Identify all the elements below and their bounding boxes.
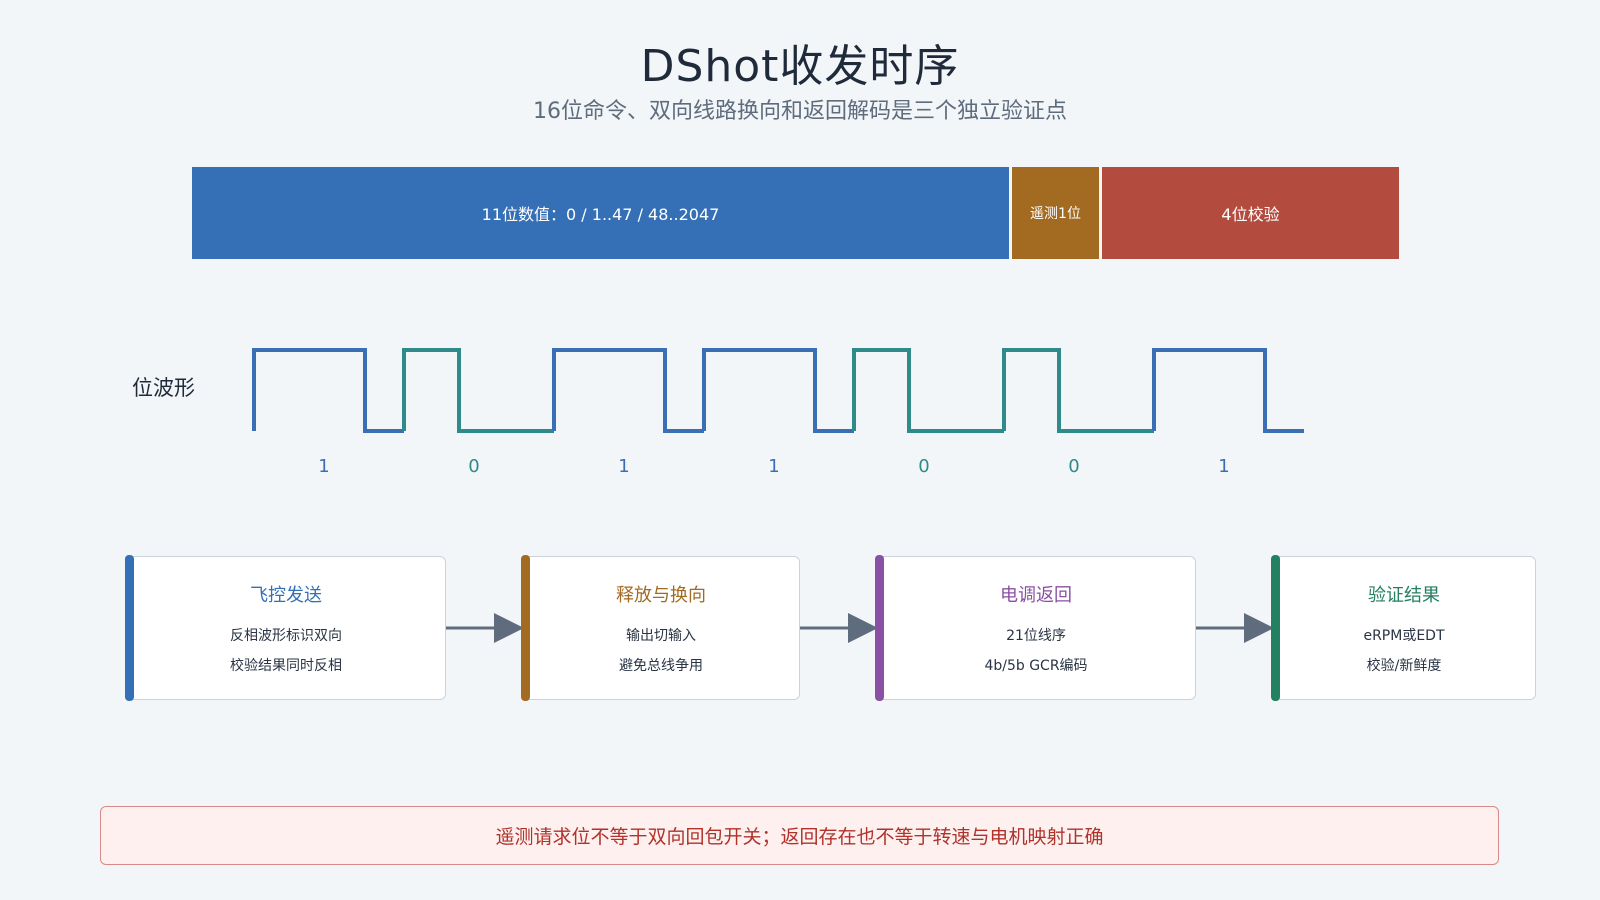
stage-esc-return: 电调返回 21位线序 4b/5b GCR编码 — [875, 555, 1196, 701]
stage-title: 验证结果 — [1368, 585, 1440, 606]
waveform-label: 位波形 — [132, 376, 195, 400]
stage-fc-send: 飞控发送 反相波形标识双向 校验结果同时反相 — [125, 555, 446, 701]
page-subtitle: 16位命令、双向线路换向和返回解码是三个独立验证点 — [533, 99, 1067, 124]
stage-title: 飞控发送 — [250, 585, 322, 606]
stage-verify-result: 验证结果 eRPM或EDT 校验/新鲜度 — [1271, 555, 1536, 701]
diagram-canvas: DShot收发时序 16位命令、双向线路换向和返回解码是三个独立验证点 11位数… — [0, 0, 1600, 900]
frame-field-telemetry: 遥测1位 — [1012, 167, 1099, 259]
bit-value-label: 1 — [318, 456, 329, 477]
warning-note: 遥测请求位不等于双向回包开关；返回存在也不等于转速与电机映射正确 — [100, 806, 1499, 865]
page-title: DShot收发时序 — [640, 41, 960, 92]
bit-pulse — [1152, 348, 1304, 433]
bit-pulse — [702, 348, 854, 433]
stage-detail: 4b/5b GCR编码 — [984, 658, 1088, 674]
stage-title: 释放与换向 — [616, 585, 706, 606]
bit-pulse — [552, 348, 704, 433]
stage-detail: 避免总线争用 — [619, 658, 703, 674]
stage-detail: 校验结果同时反相 — [230, 658, 342, 674]
stage-title: 电调返回 — [1000, 585, 1072, 606]
frame-field-value-label: 11位数值：0 / 1..47 / 48..2047 — [481, 205, 720, 224]
bit-value-label: 0 — [918, 456, 929, 477]
bit-pulse — [402, 348, 554, 433]
frame-field-checksum-label: 4位校验 — [1221, 205, 1280, 224]
stage-detail: 校验/新鲜度 — [1366, 658, 1442, 674]
stage-detail: 反相波形标识双向 — [230, 628, 342, 644]
waveform-diagram: 1 0 1 1 0 0 1 — [252, 348, 1304, 643]
bit-value-label: 0 — [1068, 456, 1079, 477]
bit-value-label: 1 — [768, 456, 779, 477]
bit-pulse — [1002, 348, 1154, 433]
warning-note-text: 遥测请求位不等于双向回包开关；返回存在也不等于转速与电机映射正确 — [495, 826, 1104, 848]
frame-field-value: 11位数值：0 / 1..47 / 48..2047 — [192, 167, 1009, 259]
stage-release-turnaround: 释放与换向 输出切输入 避免总线争用 — [521, 555, 800, 701]
frame-field-telemetry-label: 遥测1位 — [1030, 206, 1081, 222]
stage-detail: 21位线序 — [1006, 628, 1066, 644]
stage-detail: eRPM或EDT — [1363, 628, 1445, 644]
bit-value-label: 0 — [468, 456, 479, 477]
stage-detail: 输出切输入 — [626, 628, 696, 644]
waveform-lines: 1 0 1 1 0 0 1 — [252, 348, 1304, 477]
bit-value-label: 1 — [1218, 456, 1229, 477]
bit-pulse — [852, 348, 1004, 433]
frame-field-checksum: 4位校验 — [1102, 167, 1399, 259]
bit-value-label: 1 — [618, 456, 629, 477]
bit-pulse — [252, 348, 404, 433]
